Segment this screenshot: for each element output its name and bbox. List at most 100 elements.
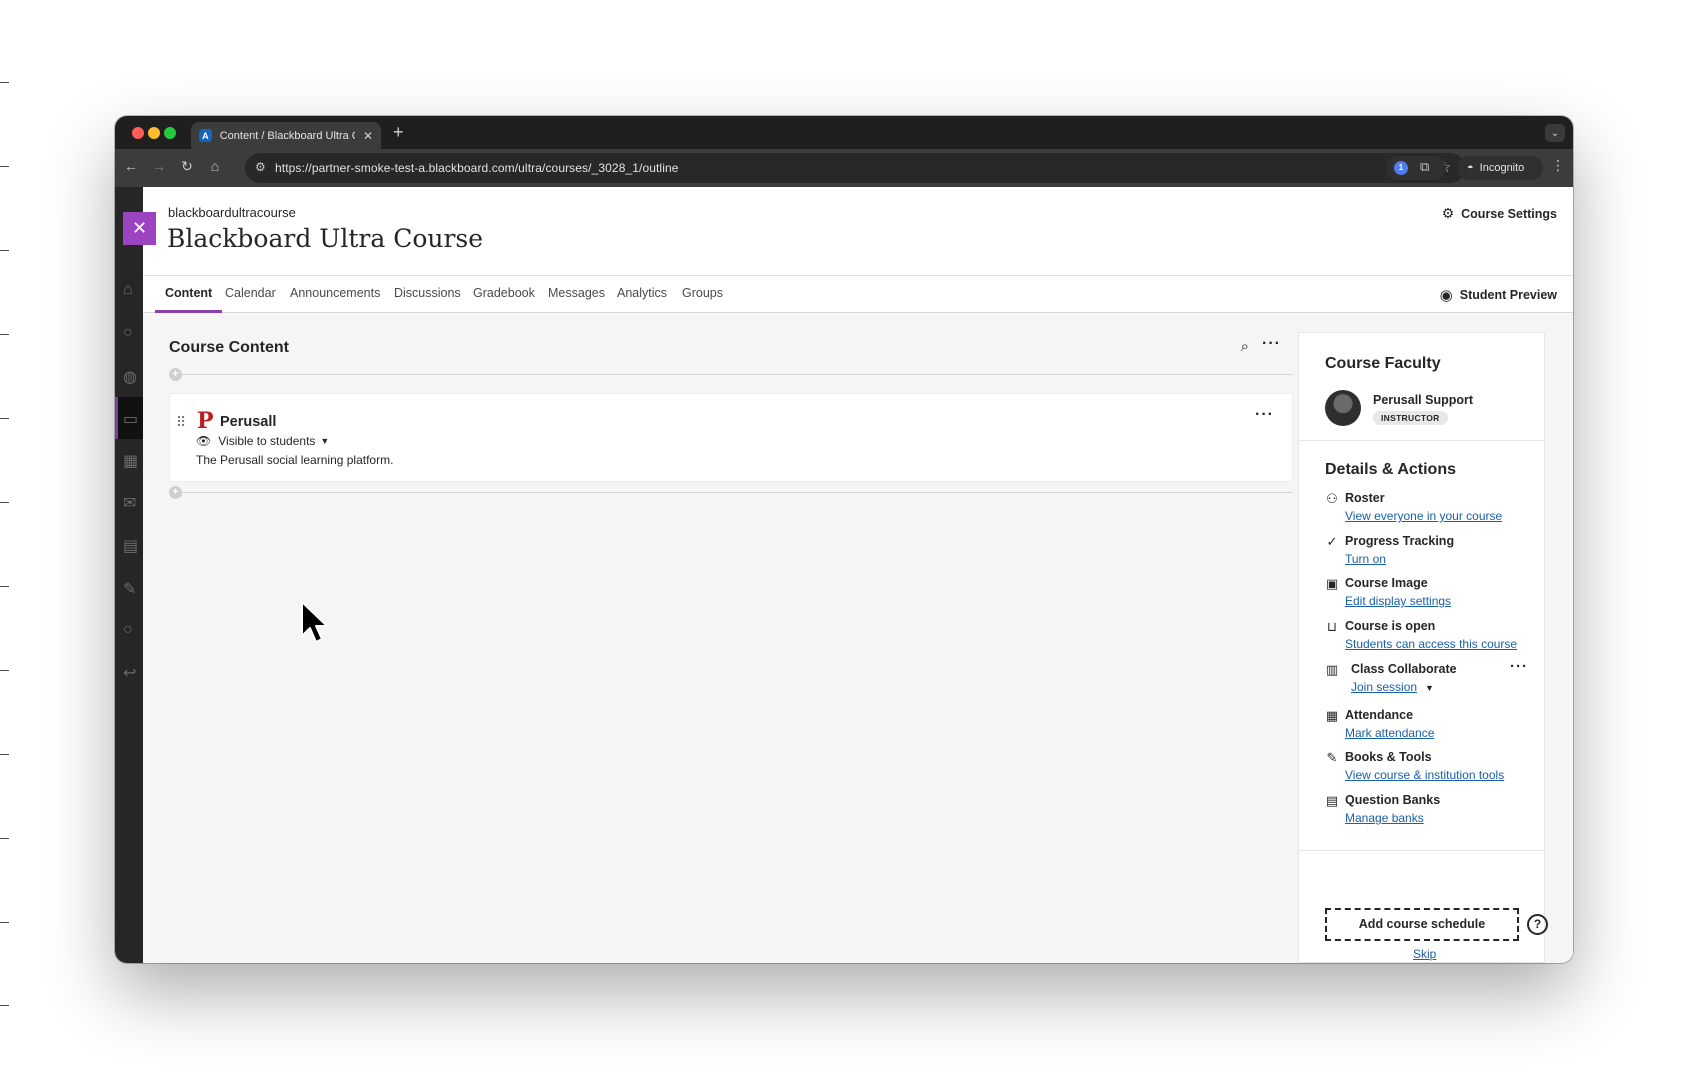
- edge-tick: [0, 82, 9, 83]
- drag-handle-icon[interactable]: ⠿: [176, 414, 186, 431]
- calendar-icon[interactable]: ▦: [123, 451, 143, 473]
- image-icon: ▣: [1325, 576, 1339, 591]
- new-tab-button[interactable]: +: [393, 122, 404, 143]
- roster-icon: ⚇: [1326, 491, 1338, 506]
- display-settings-link[interactable]: Edit display settings: [1345, 594, 1451, 608]
- site-info-icon[interactable]: ⚙: [255, 160, 266, 174]
- join-session-dropdown[interactable]: Join session ▼: [1351, 680, 1434, 694]
- page-title: Blackboard Ultra Course: [167, 224, 484, 253]
- item-title-link[interactable]: Perusall: [220, 414, 276, 430]
- incognito-badge[interactable]: ◓ Incognito: [1457, 156, 1543, 180]
- course-settings-button[interactable]: ⚙ Course Settings: [1442, 205, 1557, 222]
- add-schedule-button[interactable]: Add course schedule: [1325, 908, 1519, 941]
- divider: [1299, 850, 1544, 851]
- courses-icon[interactable]: ▭: [123, 409, 143, 431]
- globe-icon[interactable]: ◍: [123, 367, 143, 389]
- content-more-icon[interactable]: ···: [1262, 335, 1281, 353]
- tools-link[interactable]: View course & institution tools: [1345, 768, 1504, 782]
- tab-announcements[interactable]: Announcements: [280, 276, 390, 313]
- action-title: Progress Tracking: [1345, 534, 1455, 548]
- add-content-button[interactable]: +: [169, 486, 182, 499]
- tools-icon[interactable]: ✎: [123, 579, 143, 601]
- address-bar[interactable]: ⚙ https://partner-smoke-test-a.blackboar…: [245, 153, 1465, 183]
- item-description: The Perusall social learning platform.: [196, 453, 394, 467]
- blackboard-app: ⌂ ○ ◍ ▭ ▦ ✉ ▤ ✎ ○ ↩ ✕ blackboardultracou…: [115, 187, 1573, 963]
- preview-eye-icon: ◉: [1439, 287, 1453, 304]
- tab-content[interactable]: Content: [155, 276, 223, 313]
- messages-icon[interactable]: ✉: [123, 493, 143, 515]
- tab-search-icon[interactable]: ⌄: [1545, 124, 1565, 142]
- edge-tick: [0, 418, 9, 419]
- edge-tick: [0, 670, 9, 671]
- back-icon[interactable]: ←: [121, 158, 141, 174]
- browser-toolbar: ← → ↻ ⌂ ⚙ https://partner-smoke-test-a.b…: [115, 149, 1573, 187]
- extension-icon[interactable]: 1: [1394, 161, 1408, 175]
- action-title: Roster: [1345, 491, 1385, 505]
- eye-icon: 👁: [196, 434, 212, 448]
- action-title: Books & Tools: [1345, 750, 1432, 764]
- item-more-icon[interactable]: ···: [1255, 406, 1274, 424]
- content-item[interactable]: ⠿ P Perusall 👁 Visible to students ▼ The…: [169, 393, 1293, 482]
- add-content-button[interactable]: +: [169, 368, 182, 381]
- browser-window: A Content / Blackboard Ultra Co ✕ + ⌄ ← …: [115, 116, 1573, 963]
- home-icon[interactable]: ⌂: [205, 158, 225, 174]
- tab-groups[interactable]: Groups: [672, 276, 733, 313]
- tab-discussions[interactable]: Discussions: [384, 276, 471, 313]
- edge-tick: [0, 1005, 9, 1006]
- tab-gradebook[interactable]: Gradebook: [463, 276, 545, 313]
- progress-tracking-link[interactable]: Turn on: [1345, 552, 1386, 566]
- avatar[interactable]: [1325, 390, 1361, 426]
- divider: [1299, 440, 1544, 441]
- attendance-link[interactable]: Mark attendance: [1345, 726, 1434, 740]
- action-title: Question Banks: [1345, 793, 1441, 807]
- edge-tick: [0, 250, 9, 251]
- edge-tick: [0, 838, 9, 839]
- faculty-name[interactable]: Perusall Support: [1373, 393, 1473, 407]
- grades-icon[interactable]: ▤: [123, 536, 143, 558]
- course-tabs: Content Calendar Announcements Discussio…: [143, 276, 1573, 313]
- manage-banks-link[interactable]: Manage banks: [1345, 811, 1424, 825]
- browser-tab[interactable]: A Content / Blackboard Ultra Co ✕: [191, 122, 381, 149]
- puzzle-icon[interactable]: ⧉: [1420, 159, 1429, 175]
- menu-icon[interactable]: ⋮: [1551, 157, 1565, 174]
- visibility-dropdown[interactable]: 👁 Visible to students ▼: [196, 434, 329, 448]
- caret-down-icon: ▼: [1425, 683, 1434, 693]
- tab-analytics[interactable]: Analytics: [607, 276, 677, 313]
- collaborate-more-icon[interactable]: ···: [1510, 658, 1528, 675]
- window-close-button[interactable]: [132, 127, 144, 139]
- admin-icon[interactable]: ○: [123, 621, 143, 643]
- incognito-icon: ◓: [1467, 162, 1474, 174]
- check-circle-icon: ✓: [1326, 534, 1338, 549]
- course-access-link[interactable]: Students can access this course: [1345, 637, 1517, 651]
- student-preview-label: Student Preview: [1459, 288, 1557, 302]
- reload-icon[interactable]: ↻: [177, 158, 197, 175]
- action-title: Class Collaborate: [1351, 662, 1457, 676]
- student-preview-button[interactable]: ◉ Student Preview: [1440, 286, 1557, 304]
- tab-strip: A Content / Blackboard Ultra Co ✕ + ⌄: [115, 116, 1573, 149]
- skip-link[interactable]: Skip: [1413, 947, 1436, 961]
- window-minimize-button[interactable]: [148, 127, 160, 139]
- action-title: Course Image: [1345, 576, 1428, 590]
- search-icon[interactable]: ⌕: [1241, 338, 1249, 355]
- window-zoom-button[interactable]: [164, 127, 176, 139]
- institution-icon[interactable]: ⌂: [123, 281, 143, 303]
- course-panel: ✕ blackboardultracourse Blackboard Ultra…: [123, 187, 1573, 963]
- edge-tick: [0, 502, 9, 503]
- tab-messages[interactable]: Messages: [538, 276, 615, 313]
- details-sidebar: Course Faculty Perusall Support INSTRUCT…: [1298, 332, 1548, 963]
- forward-icon[interactable]: →: [149, 158, 169, 174]
- edge-tick: [0, 334, 9, 335]
- tab-close-icon[interactable]: ✕: [363, 129, 373, 143]
- url-text[interactable]: https://partner-smoke-test-a.blackboard.…: [275, 161, 679, 175]
- close-course-button[interactable]: ✕: [123, 212, 156, 245]
- favicon-icon: A: [199, 129, 212, 142]
- profile-icon[interactable]: ○: [123, 324, 143, 346]
- sign-out-icon[interactable]: ↩: [123, 663, 143, 685]
- role-badge: INSTRUCTOR: [1373, 411, 1448, 425]
- join-session-label: Join session: [1351, 680, 1418, 694]
- help-icon[interactable]: ?: [1527, 914, 1548, 935]
- tab-calendar[interactable]: Calendar: [215, 276, 286, 313]
- course-id: blackboardultracourse: [168, 205, 296, 220]
- action-title: Attendance: [1345, 708, 1414, 722]
- roster-link[interactable]: View everyone in your course: [1345, 509, 1502, 523]
